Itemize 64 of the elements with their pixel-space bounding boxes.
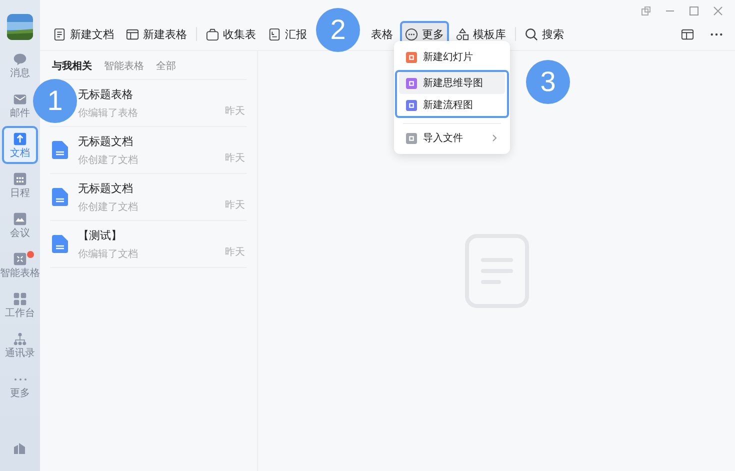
document-icon (52, 141, 68, 159)
grid-icon (13, 292, 27, 306)
document-title[interactable]: 无标题文档 (78, 180, 215, 196)
document-activity: 你创建了文档 (78, 200, 139, 214)
document-title[interactable]: 【测试】 (78, 228, 215, 242)
search-icon (525, 28, 538, 40)
menu-item[interactable]: 导入文件 (399, 127, 505, 149)
document-time: 昨天 (225, 246, 245, 259)
document-icon (52, 188, 68, 206)
toolbar-button[interactable]: 收集表 (201, 20, 261, 48)
import-icon (406, 132, 417, 144)
filter-tab[interactable]: 与我相关 (52, 59, 92, 73)
app-logo-icon[interactable] (13, 441, 27, 455)
bag-icon (206, 28, 219, 40)
sidebar-label: 消息 (10, 68, 30, 78)
document-icon (52, 235, 68, 253)
layout-icon[interactable] (681, 28, 694, 40)
menu-item[interactable]: 新建幻灯片 (399, 46, 505, 68)
sidebar-label: 工作台 (5, 308, 35, 318)
report-icon (268, 28, 281, 40)
document-activity: 你编辑了文档 (78, 248, 139, 260)
menu-item[interactable]: 新建思维导图 (399, 72, 505, 94)
document-time: 昨天 (225, 199, 245, 212)
table-icon (126, 28, 139, 40)
toolbar-button[interactable]: 表格 (366, 20, 398, 48)
mail-icon (13, 92, 27, 106)
maximize-icon[interactable] (689, 6, 699, 16)
toolbar-button[interactable]: 新建文档 (48, 20, 119, 48)
calendar-icon (13, 172, 27, 186)
pin-icon[interactable] (641, 6, 651, 16)
sidebar-label: 更多 (10, 388, 30, 398)
shapes-icon (456, 28, 469, 40)
toolbar-button[interactable]: 搜索 (520, 20, 569, 48)
step-number-badge: 3 (526, 60, 570, 104)
chat-icon (13, 52, 27, 66)
document-icon (13, 132, 27, 146)
document-icon (53, 28, 66, 40)
toolbar-button[interactable]: 汇报 (263, 20, 312, 48)
mind-map-icon (406, 78, 417, 88)
meeting-icon (13, 212, 27, 226)
close-icon[interactable] (713, 6, 723, 16)
flowchart-icon (406, 100, 417, 110)
step-number-badge: 2 (316, 8, 360, 52)
sidebar-label: 日程 (10, 188, 30, 198)
document-title[interactable]: 无标题表格 (78, 86, 215, 102)
slides-icon (406, 52, 417, 62)
sidebar-label: 邮件 (10, 108, 30, 118)
menu-item[interactable]: 新建流程图 (399, 94, 505, 116)
sidebar-label: 文档 (10, 148, 30, 158)
document-activity: 你创建了文档 (78, 154, 139, 166)
smart-table-icon (13, 252, 27, 266)
toolbar-button[interactable]: 新建表格 (121, 20, 192, 48)
org-chart-icon (13, 332, 27, 346)
ellipsis-icon (14, 378, 26, 380)
toolbar-button[interactable]: 模板库 (451, 20, 511, 48)
sidebar-label: 会议 (10, 228, 30, 238)
document-time: 昨天 (225, 152, 245, 165)
sidebar-label: 通讯录 (5, 348, 35, 358)
step-number-badge: 1 (33, 79, 77, 123)
more-icon (405, 28, 418, 40)
sidebar-label: 智能表格 (0, 268, 40, 278)
document-title[interactable]: 无标题文档 (78, 134, 215, 148)
document-time: 昨天 (225, 105, 245, 118)
document-activity: 你编辑了表格 (78, 106, 139, 120)
